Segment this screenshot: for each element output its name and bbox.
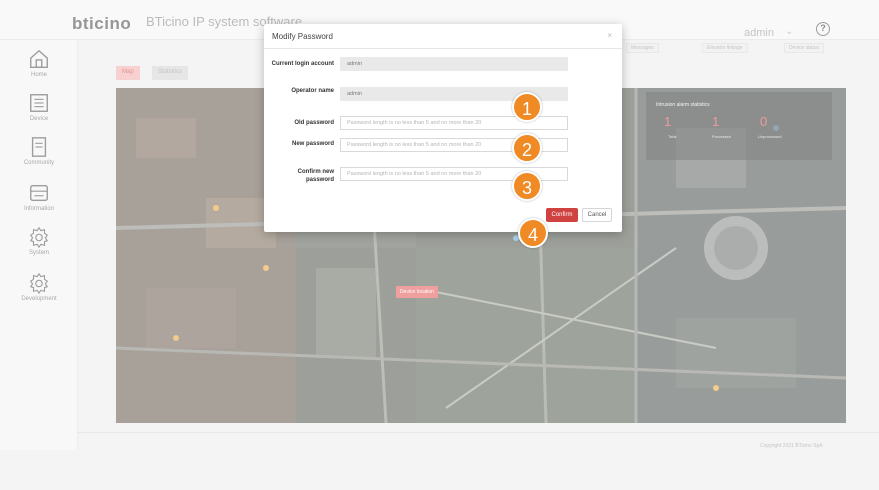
field-label-old-password: Old password <box>294 120 334 126</box>
field-label-operator-name: Operator name <box>291 88 334 94</box>
step-marker-4: 4 <box>518 218 548 248</box>
dialog-divider <box>264 48 622 49</box>
close-icon[interactable]: × <box>607 31 612 40</box>
field-label-confirm-password: Confirm new password <box>297 169 334 183</box>
current-login-field: admin <box>340 57 568 71</box>
cancel-button[interactable]: Cancel <box>582 208 612 222</box>
step-marker-2: 2 <box>512 133 542 163</box>
modify-password-dialog: Modify Password × Current login account … <box>264 24 622 232</box>
dialog-title: Modify Password <box>272 32 333 41</box>
step-marker-1: 1 <box>512 92 542 122</box>
step-marker-3: 3 <box>512 171 542 201</box>
confirm-button[interactable]: Confirm <box>546 208 578 222</box>
field-label-current-login: Current login account <box>271 61 334 67</box>
field-label-new-password: New password <box>291 141 334 147</box>
